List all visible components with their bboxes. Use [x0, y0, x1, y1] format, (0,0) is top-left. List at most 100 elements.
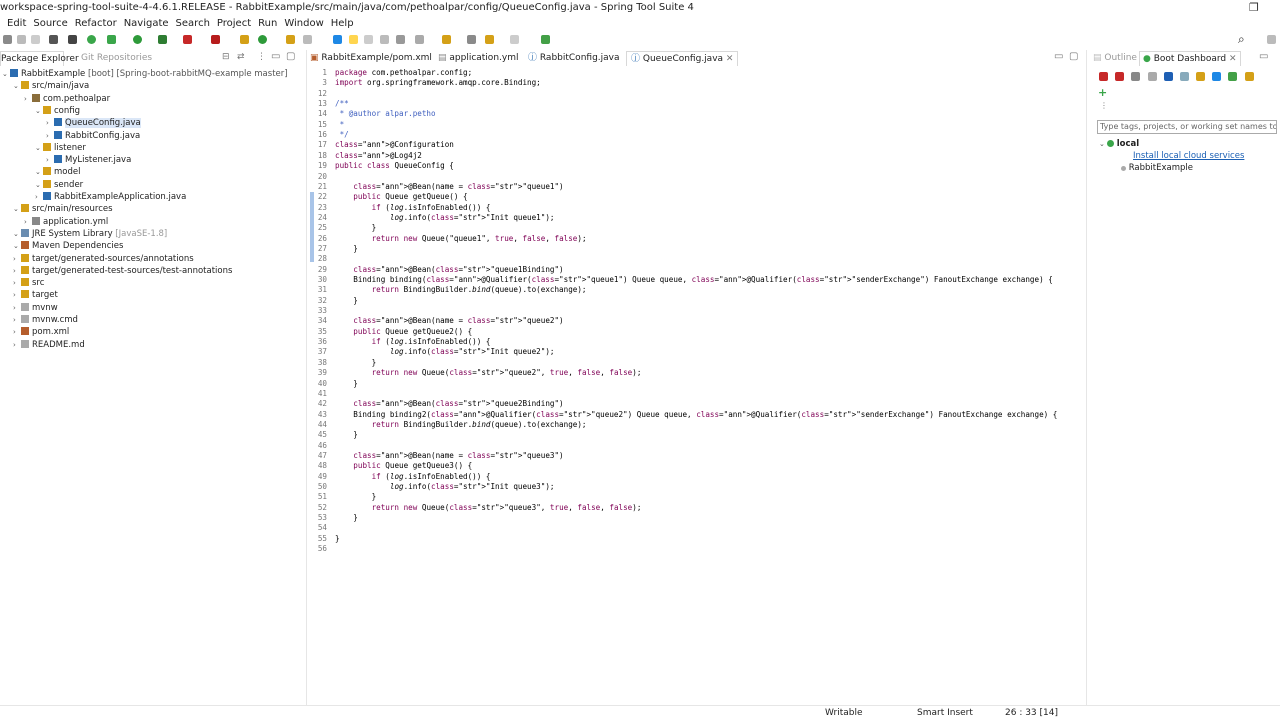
tree-item[interactable]: › README.md [13, 339, 85, 351]
save-icon[interactable] [17, 35, 26, 44]
code-line[interactable]: 3 import org.springframework.amqp.core.Bi… [310, 78, 540, 88]
expand-toggle-icon[interactable]: ⌄ [13, 203, 21, 215]
code-line[interactable]: 34 class="ann">@Bean(name = class="str">… [310, 316, 564, 326]
external-tools-icon[interactable] [211, 35, 220, 44]
search-icon[interactable]: ⌕ [1238, 32, 1245, 47]
code-line[interactable]: 31 return BindingBuilder.bind(queue).to(… [310, 285, 587, 295]
code-line[interactable]: 20 [310, 172, 335, 182]
code-line[interactable]: 33 [310, 306, 335, 316]
save-all-icon[interactable] [31, 35, 40, 44]
code-line[interactable]: 52 return new Queue(class="str">"queue3"… [310, 503, 642, 513]
open-web-icon[interactable] [1196, 72, 1205, 81]
code-line[interactable]: 55} [310, 534, 340, 544]
code-line[interactable]: 47 class="ann">@Bean(name = class="str">… [310, 451, 564, 461]
expand-toggle-icon[interactable]: › [13, 302, 21, 314]
code-line[interactable]: 24 log.info(class="str">"Init queue1"); [310, 213, 555, 223]
menu-project[interactable]: Project [217, 17, 251, 31]
menu-navigate[interactable]: Navigate [124, 17, 169, 31]
code-line[interactable]: 53 } [310, 513, 358, 523]
skip-breakpoints-icon[interactable] [68, 35, 77, 44]
code-line[interactable]: 19 public class QueueConfig { [310, 161, 454, 171]
menu-run[interactable]: Run [258, 17, 277, 31]
expand-toggle-icon[interactable]: ⌄ [35, 142, 43, 154]
expand-toggle-icon[interactable]: ⌄ [35, 166, 43, 178]
expand-toggle-icon[interactable]: ⌄ [13, 240, 21, 252]
new-icon[interactable] [3, 35, 12, 44]
search-tool-icon[interactable] [303, 35, 312, 44]
expand-toggle-icon[interactable]: › [13, 326, 21, 338]
dashboard-menu-icon[interactable]: ⋮ [1100, 101, 1108, 110]
expand-toggle-icon[interactable]: › [35, 191, 43, 203]
terminal-icon[interactable] [49, 35, 58, 44]
tree-item[interactable]: › RabbitConfig.java [46, 130, 140, 142]
expand-toggle-icon[interactable]: › [46, 154, 54, 166]
boot-dashboard-search-input[interactable]: Type tags, projects, or working set name… [1097, 120, 1277, 134]
tree-item[interactable]: › target [13, 289, 58, 301]
back-icon[interactable] [467, 35, 476, 44]
new-package-icon[interactable] [240, 35, 249, 44]
code-line[interactable]: 38 } [310, 358, 376, 368]
tree-item[interactable]: ⌄ src/main/java [13, 80, 89, 92]
tree-item[interactable]: › target/generated-sources/annotations [13, 253, 194, 265]
tree-item[interactable]: ⌄ Maven Dependencies [13, 240, 123, 252]
code-line[interactable]: 39 return new Queue(class="str">"queue2"… [310, 368, 642, 378]
menu-refactor[interactable]: Refactor [75, 17, 117, 31]
expand-toggle-icon[interactable]: › [13, 289, 21, 301]
new-class-icon[interactable] [258, 35, 267, 44]
add-icon[interactable]: + [1098, 86, 1107, 99]
filter-icon[interactable] [1245, 72, 1254, 81]
perspective-icon[interactable] [1267, 35, 1276, 44]
code-line[interactable]: 41 [310, 389, 335, 399]
minimize-icon[interactable]: ▭ [271, 51, 280, 62]
open-type-icon[interactable] [286, 35, 295, 44]
code-line[interactable]: 16 */ [310, 130, 349, 140]
code-line[interactable]: 18 class="ann">@Log4j2 [310, 151, 422, 161]
tab-rabbitconfig[interactable]: ⓙ RabbitConfig.java [528, 51, 620, 65]
expand-toggle-icon[interactable]: › [24, 216, 32, 228]
code-line[interactable]: 35 public Queue getQueue2() { [310, 327, 472, 337]
code-line[interactable]: 56 [310, 544, 335, 554]
paragraph-icon[interactable] [396, 35, 405, 44]
tree-item[interactable]: ⌄ RabbitExample [boot] [Spring-boot-rabbi… [2, 68, 288, 80]
tab-boot-dashboard[interactable]: ● Boot Dashboard ✕ [1139, 51, 1241, 66]
expand-toggle-icon[interactable]: › [13, 314, 21, 326]
code-line[interactable]: 32 } [310, 296, 358, 306]
code-line[interactable]: 21 class="ann">@Bean(name = class="str">… [310, 182, 564, 192]
tree-item[interactable]: › com.pethoalpar [24, 93, 110, 105]
tree-item[interactable]: › QueueConfig.java [46, 117, 141, 129]
code-line[interactable]: 17 class="ann">@Configuration [310, 140, 454, 150]
tree-item[interactable]: › pom.xml [13, 326, 69, 338]
tree-item[interactable]: ⌄ listener [35, 142, 86, 154]
properties-icon[interactable] [1180, 72, 1189, 81]
code-line[interactable]: 37 log.info(class="str">"Init queue2"); [310, 347, 555, 357]
code-line[interactable]: 42 class="ann">@Bean(class="str">"queue2… [310, 399, 564, 409]
tree-item[interactable]: ⌄ config [35, 105, 80, 117]
link-editor-icon[interactable]: ⇄ [237, 52, 245, 62]
expand-toggle-icon[interactable]: › [46, 130, 54, 142]
code-line[interactable]: 23 if (log.isInfoEnabled()) { [310, 203, 491, 213]
maximize-icon[interactable]: ▢ [286, 51, 295, 62]
code-line[interactable]: 25 } [310, 223, 376, 233]
expand-toggle-icon[interactable]: ⌄ [13, 228, 21, 240]
tree-item[interactable]: ⌄ sender [35, 179, 83, 191]
coverage-icon[interactable] [158, 35, 167, 44]
debug-icon[interactable] [107, 35, 116, 44]
tree-item[interactable]: ⌄ JRE System Library [JavaSE-1.8] [13, 228, 167, 240]
code-line[interactable]: 48 public Queue getQueue3() { [310, 461, 472, 471]
tab-git-repositories[interactable]: Git Repositories [81, 51, 152, 65]
deploy-icon[interactable] [1228, 72, 1237, 81]
tree-item[interactable]: › MyListener.java [46, 154, 131, 166]
code-line[interactable]: 43 Binding binding2(class="ann">@Qualifi… [310, 410, 1058, 420]
boot-icon[interactable] [87, 35, 96, 44]
restore-icon[interactable]: ❐ [1249, 1, 1259, 14]
code-line[interactable]: 44 return BindingBuilder.bind(queue).to(… [310, 420, 587, 430]
view-menu-icon[interactable]: ⋮ [257, 52, 266, 62]
expand-toggle-icon[interactable]: ⌄ [13, 80, 21, 92]
code-line[interactable]: 46 [310, 441, 335, 451]
code-editor[interactable]: 1 package com.pethoalpar.config; 3 import o… [310, 68, 1080, 688]
code-line[interactable]: 30 Binding binding(class="ann">@Qualifie… [310, 275, 1053, 285]
tree-item[interactable]: › src [13, 277, 44, 289]
code-line[interactable]: 15 * [310, 120, 344, 130]
code-line[interactable]: 40 } [310, 379, 358, 389]
console-icon[interactable] [1164, 72, 1173, 81]
